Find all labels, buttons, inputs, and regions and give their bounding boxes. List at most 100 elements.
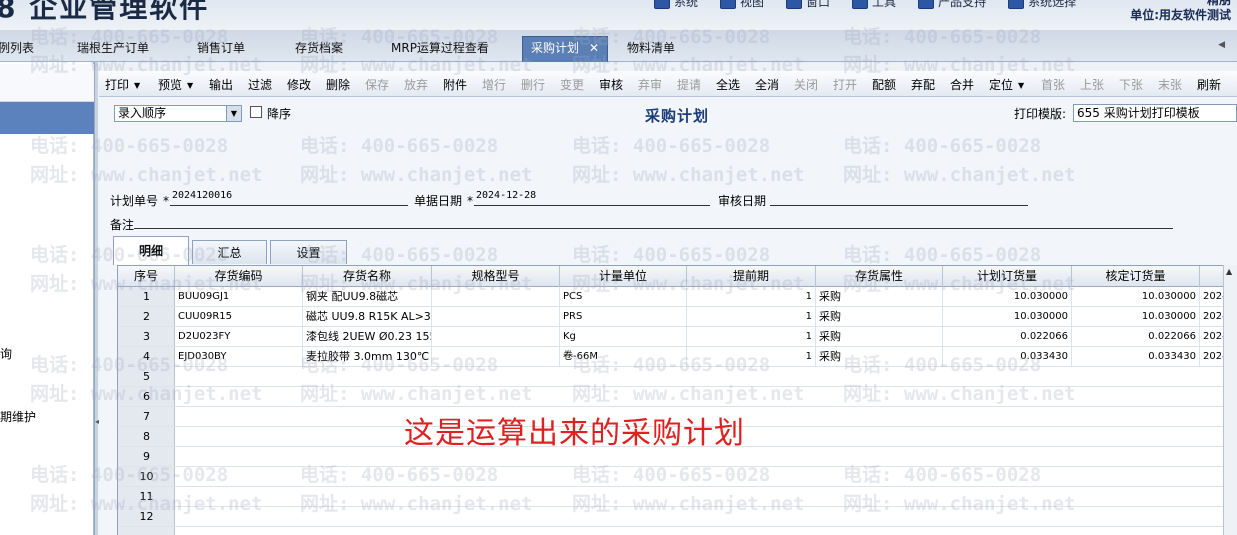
- preview-button[interactable]: 预览 ▼: [158, 76, 193, 93]
- row-number: 6: [143, 390, 150, 403]
- tab-sales-order[interactable]: 销售订单: [197, 38, 245, 62]
- open-button[interactable]: 打开: [833, 76, 857, 93]
- cell-attr: 采购: [816, 307, 943, 327]
- delete-row-button[interactable]: 删行: [521, 76, 545, 93]
- change-button[interactable]: 变更: [560, 76, 584, 93]
- col-header-attr[interactable]: 存货属性: [816, 266, 943, 287]
- col-header-code[interactable]: 存货编码: [175, 266, 303, 287]
- plan-no-field[interactable]: 2024120016: [172, 190, 232, 201]
- page-title: 采购计划: [645, 107, 710, 125]
- table-row-empty[interactable]: 11: [118, 487, 1237, 507]
- support-icon: [918, 0, 935, 9]
- nav-selected-item[interactable]: [0, 102, 94, 134]
- save-button[interactable]: 保存: [365, 76, 389, 93]
- locate-button[interactable]: 定位 ▼: [989, 76, 1024, 93]
- tab-list[interactable]: 例列表: [0, 38, 34, 62]
- table-row[interactable]: 4 EJD030BY 麦拉胶带 3.0mm 130℃ 卷-66M 1 采购 0.…: [118, 347, 1237, 367]
- cell-code: CUU09R15: [175, 307, 303, 327]
- last-button[interactable]: 末张: [1158, 76, 1182, 93]
- unquota-button[interactable]: 弃配: [911, 76, 935, 93]
- left-nav: 询 期维护: [0, 62, 94, 535]
- tab-production-order[interactable]: 瑞根生产订单: [77, 38, 149, 62]
- table-row[interactable]: 3 D2U023FY 漆包线 2UEW Ø0.23 155 Kg 1 采购 0.…: [118, 327, 1237, 347]
- col-header-seq[interactable]: 序号: [118, 266, 175, 287]
- table-row-empty[interactable]: 6: [118, 387, 1237, 407]
- toolbar: 打印 ▼ 预览 ▼ 输出 过滤 修改 删除 保存 放弃 附件 增行 删行 变更 审核…: [99, 71, 1237, 97]
- export-button[interactable]: 输出: [209, 76, 233, 93]
- descending-label: 降序: [267, 107, 292, 121]
- add-row-button[interactable]: 增行: [482, 76, 506, 93]
- arrow-up-icon[interactable]: ▲: [1226, 267, 1232, 276]
- window-icon: [786, 0, 803, 9]
- grid-scrollbar[interactable]: ▲: [1223, 265, 1237, 535]
- unaudit-button[interactable]: 弃审: [638, 76, 662, 93]
- select-all-button[interactable]: 全选: [716, 76, 740, 93]
- chevron-down-icon[interactable]: ▼: [226, 106, 241, 121]
- merge-button[interactable]: 合并: [950, 76, 974, 93]
- discard-button[interactable]: 放弃: [404, 76, 428, 93]
- table-row-empty[interactable]: 5: [118, 367, 1237, 387]
- cell-approved-qty: 0.033430: [1072, 347, 1200, 367]
- table-row[interactable]: 1 BUU09GJ1 钢夹 配UU9.8磁芯 PCS 1 采购 10.03000…: [118, 287, 1237, 307]
- col-header-uom[interactable]: 计量单位: [560, 266, 687, 287]
- close-icon[interactable]: ✕: [589, 41, 599, 55]
- tab-settings[interactable]: 设置: [270, 240, 347, 264]
- table-row-empty[interactable]: 12: [118, 507, 1237, 527]
- prev-button[interactable]: 上张: [1080, 76, 1104, 93]
- menu-view[interactable]: 视图: [720, 0, 764, 10]
- filter-button[interactable]: 过滤: [248, 76, 272, 93]
- cell-spec: [432, 287, 560, 307]
- audit-button[interactable]: 审核: [599, 76, 623, 93]
- submit-button[interactable]: 提请: [677, 76, 701, 93]
- row-number: 3: [143, 330, 150, 343]
- deselect-all-button[interactable]: 全消: [755, 76, 779, 93]
- tab-bom[interactable]: 物料清单: [627, 38, 675, 62]
- menu-support[interactable]: 产品支持: [918, 0, 986, 10]
- tab-inventory[interactable]: 存货档案: [295, 38, 343, 62]
- next-button[interactable]: 下张: [1119, 76, 1143, 93]
- cell-attr: 采购: [816, 327, 943, 347]
- cell-lead: 1: [687, 347, 816, 367]
- tab-mrp-process[interactable]: MRP运算过程查看: [391, 38, 489, 62]
- date-field[interactable]: 2024-12-28: [476, 190, 536, 201]
- table-row-empty[interactable]: 10: [118, 467, 1237, 487]
- menu-system[interactable]: 系统: [654, 0, 698, 10]
- nav-item-query[interactable]: 询: [0, 345, 12, 362]
- tab-purchase-plan[interactable]: 采购计划 ✕: [522, 36, 609, 62]
- close-button[interactable]: 关闭: [794, 76, 818, 93]
- cell-code: EJD030BY: [175, 347, 303, 367]
- row-number: 12: [139, 510, 154, 523]
- edit-button[interactable]: 修改: [287, 76, 311, 93]
- col-header-plan-qty[interactable]: 计划订货量: [943, 266, 1072, 287]
- descending-checkbox[interactable]: [250, 106, 262, 118]
- attachment-button[interactable]: 附件: [443, 76, 467, 93]
- table-row[interactable]: 2 CUU09R15 磁芯 UU9.8 R15K AL>35 PRS 1 采购 …: [118, 307, 1237, 327]
- refresh-button[interactable]: 刷新: [1197, 76, 1221, 93]
- first-button[interactable]: 首张: [1041, 76, 1065, 93]
- system-select-icon: [1008, 0, 1025, 9]
- cell-lead: 1: [687, 307, 816, 327]
- col-header-spec[interactable]: 规格型号: [432, 266, 560, 287]
- col-header-lead[interactable]: 提前期: [687, 266, 816, 287]
- tab-detail[interactable]: 明细: [113, 236, 189, 265]
- menu-tools[interactable]: 工具: [852, 0, 896, 10]
- menu-window[interactable]: 窗口: [786, 0, 830, 10]
- date-label: 单据日期: [414, 194, 463, 208]
- tab-summary[interactable]: 汇总: [192, 240, 267, 264]
- cell-spec: [432, 327, 560, 347]
- remark-field[interactable]: [134, 228, 1173, 229]
- tab-scroll-icon[interactable]: ◀: [1218, 40, 1225, 50]
- print-button[interactable]: 打印 ▼: [105, 76, 140, 93]
- template-select[interactable]: 655 采购计划打印模板: [1073, 104, 1237, 122]
- quota-button[interactable]: 配额: [872, 76, 896, 93]
- col-header-approved-qty[interactable]: 核定订货量: [1072, 266, 1200, 287]
- document-tabs: 例列表 瑞根生产订单 销售订单 存货档案 MRP运算过程查看 采购计划 ✕ 物料清…: [0, 30, 1237, 62]
- nav-splitter[interactable]: ◀: [94, 62, 101, 535]
- chevron-down-icon: ▼: [187, 81, 194, 90]
- menu-system-select[interactable]: 系统选择: [1008, 0, 1076, 10]
- nav-item-period-maintenance[interactable]: 期维护: [0, 408, 36, 425]
- delete-button[interactable]: 删除: [326, 76, 350, 93]
- order-select[interactable]: 录入顺序 ▼: [114, 105, 242, 122]
- col-header-name[interactable]: 存货名称: [303, 266, 432, 287]
- row-number: 1: [143, 290, 150, 303]
